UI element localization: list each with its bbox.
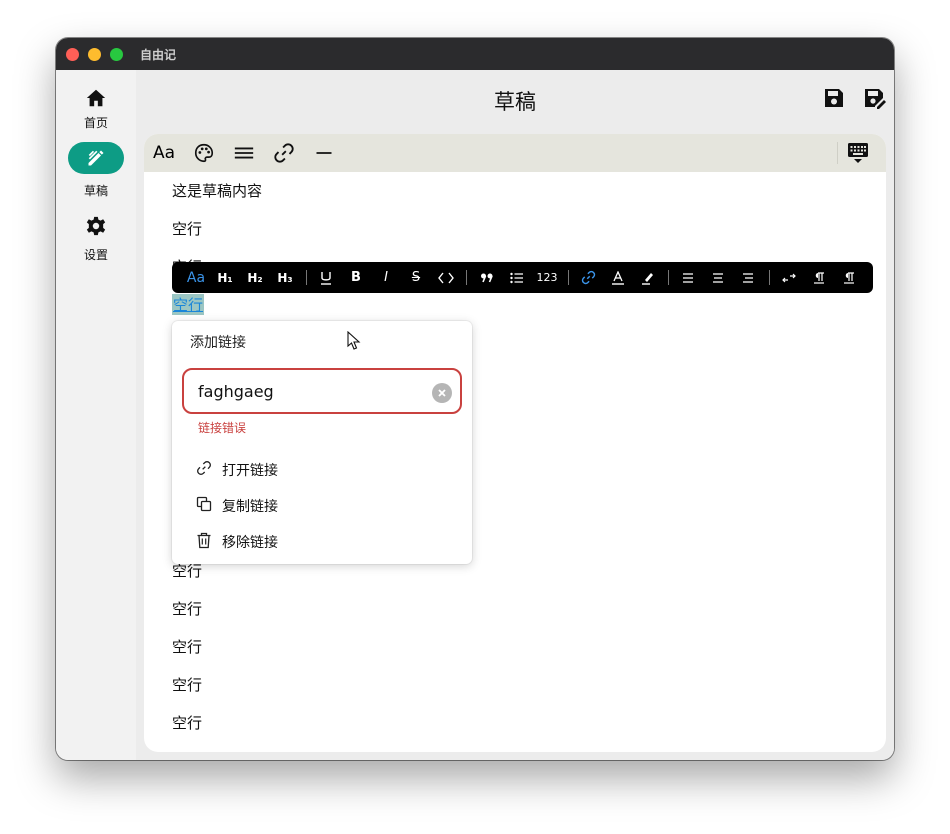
link-url-input[interactable] bbox=[198, 378, 418, 404]
menu-label: 打开链接 bbox=[222, 463, 278, 479]
format-divider bbox=[568, 270, 569, 285]
copy-icon bbox=[196, 496, 214, 514]
format-divider bbox=[668, 270, 669, 285]
sidebar-item-label: 草稿 bbox=[83, 184, 108, 198]
editor-line[interactable]: 空行 bbox=[172, 636, 202, 657]
menu-label: 复制链接 bbox=[222, 499, 278, 515]
heading-3-button[interactable]: H₃ bbox=[274, 262, 296, 293]
link-icon bbox=[196, 460, 214, 478]
align-right-icon[interactable] bbox=[737, 262, 759, 293]
sidebar-item-label: 设置 bbox=[83, 248, 108, 262]
numbered-list-icon[interactable]: 123 bbox=[534, 262, 560, 293]
underline-icon[interactable] bbox=[315, 262, 337, 293]
remove-link-button[interactable]: 移除链接 bbox=[172, 524, 472, 558]
editor-line[interactable]: 空行 bbox=[172, 218, 202, 239]
link-field bbox=[182, 368, 462, 414]
format-divider bbox=[769, 270, 770, 285]
code-icon[interactable] bbox=[435, 262, 457, 293]
sidebar: 首页 草稿 设置 bbox=[56, 70, 136, 760]
format-divider bbox=[306, 270, 307, 285]
editor-line[interactable]: 空行 bbox=[172, 712, 202, 733]
toolbar-divider bbox=[837, 142, 838, 164]
gear-icon bbox=[68, 210, 124, 242]
maximize-window-button[interactable] bbox=[110, 48, 123, 61]
mouse-pointer-icon bbox=[347, 330, 361, 351]
heading-style-button[interactable]: Aa bbox=[184, 262, 208, 293]
editor-line[interactable]: 这是草稿内容 bbox=[172, 180, 262, 201]
open-link-button[interactable]: 打开链接 bbox=[172, 452, 472, 486]
close-window-button[interactable] bbox=[66, 48, 79, 61]
text-style-icon[interactable]: Aa bbox=[152, 141, 176, 165]
link-icon[interactable] bbox=[577, 262, 599, 293]
window-title: 自由记 bbox=[140, 48, 177, 62]
selected-link-text[interactable]: 空行 bbox=[172, 294, 205, 315]
italic-icon[interactable]: I bbox=[375, 262, 397, 293]
add-link-popup: 添加链接 链接错误 打开链接 复制链接 移除链接 bbox=[172, 321, 472, 564]
align-left-icon[interactable] bbox=[677, 262, 699, 293]
page-title: 草稿 bbox=[494, 90, 536, 114]
link-icon[interactable] bbox=[272, 141, 296, 165]
quote-icon[interactable] bbox=[476, 262, 498, 293]
paragraph-rtl-icon[interactable] bbox=[838, 262, 860, 293]
menu-lines-icon[interactable] bbox=[232, 141, 256, 165]
format-divider bbox=[466, 270, 467, 285]
paragraph-ltr-icon[interactable] bbox=[808, 262, 830, 293]
heading-1-button[interactable]: H₁ bbox=[214, 262, 236, 293]
palette-icon[interactable] bbox=[192, 141, 216, 165]
editor-line[interactable]: 空行 bbox=[172, 674, 202, 695]
format-toolbar: Aa H₁ H₂ H₃ B I S 123 bbox=[172, 262, 873, 293]
bullet-list-icon[interactable] bbox=[506, 262, 528, 293]
save-icon[interactable] bbox=[822, 86, 846, 110]
home-icon bbox=[68, 82, 124, 114]
text-color-icon[interactable] bbox=[607, 262, 629, 293]
text-direction-icon[interactable] bbox=[778, 262, 800, 293]
menu-label: 移除链接 bbox=[222, 535, 278, 551]
link-error-text: 链接错误 bbox=[198, 421, 247, 435]
highlight-icon[interactable] bbox=[637, 262, 659, 293]
sidebar-item-drafts[interactable]: 草稿 bbox=[56, 142, 136, 198]
save-edit-icon[interactable] bbox=[862, 86, 886, 110]
sidebar-item-settings[interactable]: 设置 bbox=[56, 210, 136, 266]
sidebar-item-home[interactable]: 首页 bbox=[56, 82, 136, 138]
align-center-icon[interactable] bbox=[707, 262, 729, 293]
strikethrough-icon[interactable]: S bbox=[405, 262, 427, 293]
copy-link-button[interactable]: 复制链接 bbox=[172, 488, 472, 522]
trash-icon bbox=[196, 532, 214, 550]
title-bar: 自由记 bbox=[56, 38, 894, 70]
horizontal-rule-icon[interactable] bbox=[312, 141, 336, 165]
draft-edit-icon bbox=[68, 142, 124, 174]
keyboard-hide-icon[interactable] bbox=[846, 141, 870, 165]
sidebar-item-label: 首页 bbox=[83, 116, 108, 130]
minimize-window-button[interactable] bbox=[88, 48, 101, 61]
popup-title: 添加链接 bbox=[190, 335, 246, 351]
editor-line[interactable]: 空行 bbox=[172, 598, 202, 619]
clear-input-icon[interactable] bbox=[432, 383, 452, 403]
editor-toolbar: Aa bbox=[144, 134, 886, 172]
bold-icon[interactable]: B bbox=[345, 262, 367, 293]
heading-2-button[interactable]: H₂ bbox=[244, 262, 266, 293]
